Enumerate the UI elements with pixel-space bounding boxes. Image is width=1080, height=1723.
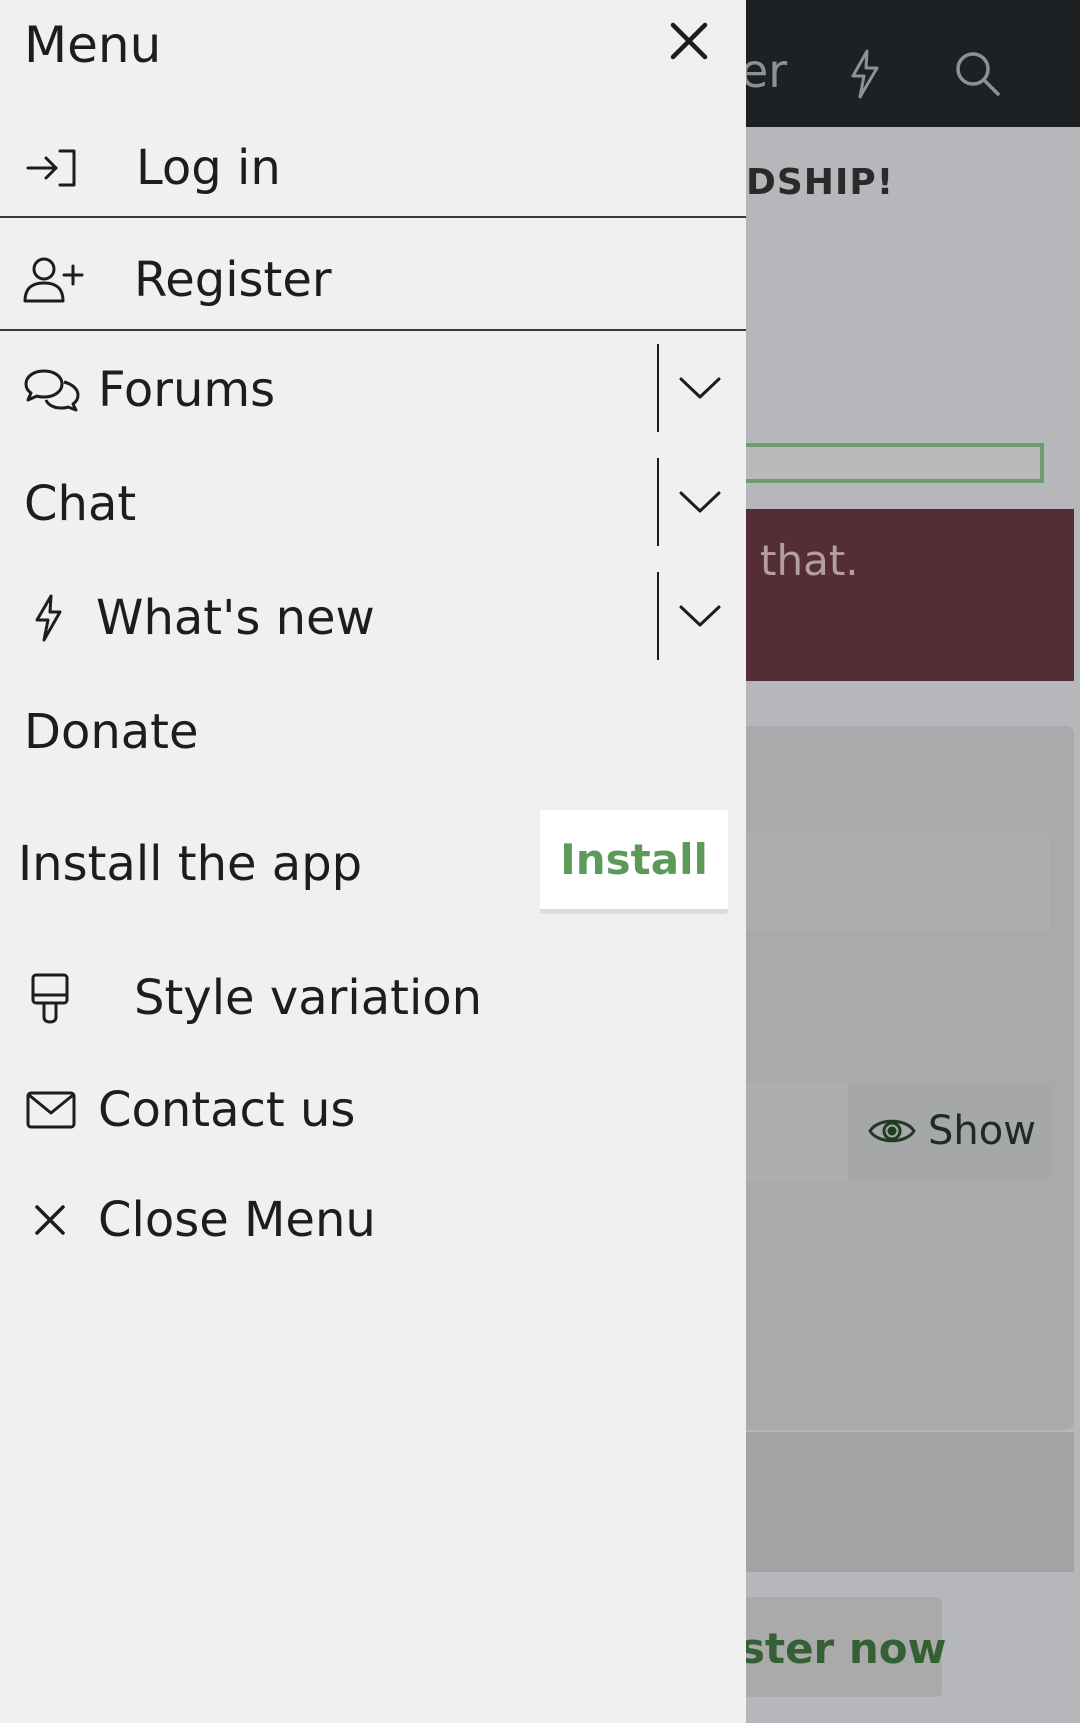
close-icon[interactable]: [668, 20, 710, 62]
menu-item-forums-label: Forums: [98, 362, 276, 418]
close-icon: [32, 1204, 68, 1236]
menu-item-close-menu-label: Close Menu: [98, 1192, 376, 1248]
menu-item-donate[interactable]: Donate: [0, 680, 746, 784]
email-field[interactable]: [700, 832, 1050, 930]
show-password-label: Show: [928, 1108, 1036, 1154]
chat-expand-toggle[interactable]: [664, 458, 736, 546]
register-now-label: ster now: [740, 1624, 947, 1673]
expand-separator: [657, 344, 659, 432]
error-block: [700, 509, 1074, 681]
header-nav-text: er: [740, 44, 788, 98]
bolt-icon[interactable]: [845, 48, 885, 100]
offcanvas-menu: Menu Log in Register Forums Chat What's …: [0, 0, 746, 1723]
menu-item-contact-us-label: Contact us: [98, 1082, 356, 1138]
error-message: that.: [760, 536, 859, 585]
menu-item-login[interactable]: Log in: [0, 118, 746, 218]
expand-separator: [657, 572, 659, 660]
login-icon: [26, 148, 78, 188]
menu-item-register[interactable]: Register: [0, 230, 746, 330]
menu-item-whats-new[interactable]: What's new: [0, 566, 746, 670]
eye-icon: [868, 1119, 916, 1143]
comments-icon: [24, 368, 80, 412]
menu-item-style-variation[interactable]: Style variation: [0, 946, 746, 1050]
menu-item-contact-us[interactable]: Contact us: [0, 1058, 746, 1162]
user-plus-icon: [22, 256, 84, 304]
paint-brush-icon: [28, 972, 72, 1024]
menu-divider: [0, 329, 746, 331]
footer-strip: [700, 1432, 1074, 1572]
show-password-button[interactable]: Show: [848, 1082, 1050, 1180]
menu-item-register-label: Register: [134, 252, 332, 308]
notice-banner-text: DSHIP!: [746, 162, 895, 203]
menu-divider: [0, 216, 746, 218]
screen: er DSHIP! that. Show ster now Menu Log i…: [0, 0, 1080, 1723]
menu-title: Menu: [24, 16, 162, 74]
chevron-down-icon: [679, 377, 721, 399]
bolt-icon: [28, 593, 68, 643]
expand-separator: [657, 458, 659, 546]
forums-expand-toggle[interactable]: [664, 344, 736, 432]
username-input[interactable]: [700, 443, 1044, 483]
chevron-down-icon: [679, 491, 721, 513]
menu-item-login-label: Log in: [136, 140, 281, 196]
menu-item-forums[interactable]: Forums: [0, 338, 746, 442]
menu-item-chat-label: Chat: [24, 476, 137, 532]
search-icon[interactable]: [952, 48, 1002, 98]
envelope-icon: [26, 1090, 76, 1130]
menu-item-style-variation-label: Style variation: [134, 970, 483, 1026]
whats-new-expand-toggle[interactable]: [664, 572, 736, 660]
chevron-down-icon: [679, 605, 721, 627]
menu-item-close-menu[interactable]: Close Menu: [0, 1168, 746, 1272]
menu-item-chat[interactable]: Chat: [0, 452, 746, 556]
install-app-label: Install the app: [18, 836, 363, 892]
menu-item-donate-label: Donate: [24, 704, 199, 760]
menu-item-whats-new-label: What's new: [96, 590, 375, 646]
install-button[interactable]: Install: [540, 810, 728, 914]
